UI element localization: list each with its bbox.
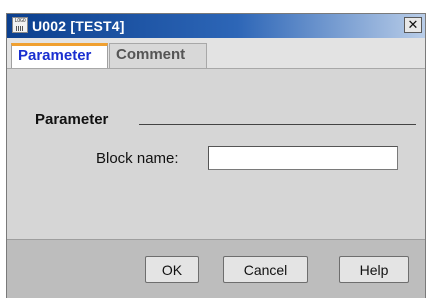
tab-strip: Parameter Comment — [7, 38, 425, 68]
close-button[interactable]: ✕ — [404, 17, 422, 33]
block-name-input[interactable] — [208, 146, 398, 170]
tab-comment[interactable]: Comment — [109, 43, 207, 68]
title-bar[interactable]: LOGO U002 [TEST4] ✕ — [7, 14, 425, 38]
dialog-window: LOGO U002 [TEST4] ✕ Parameter Comment Pa… — [6, 13, 426, 298]
block-name-label: Block name: — [96, 150, 179, 167]
button-bar: OK Cancel Help — [7, 239, 425, 298]
close-icon: ✕ — [407, 17, 419, 32]
section-divider — [139, 124, 416, 125]
tab-parameter[interactable]: Parameter — [11, 43, 108, 68]
ok-button[interactable]: OK — [145, 256, 199, 283]
logo-app-icon: LOGO — [12, 17, 28, 33]
tab-content-panel: Parameter Block name: — [7, 68, 425, 219]
logo-icon-text: LOGO — [14, 18, 26, 24]
logo-icon-bars — [16, 26, 24, 31]
cancel-button[interactable]: Cancel — [223, 256, 308, 283]
help-button[interactable]: Help — [339, 256, 409, 283]
window-title: U002 [TEST4] — [32, 18, 125, 34]
section-title-parameter: Parameter — [35, 111, 109, 128]
